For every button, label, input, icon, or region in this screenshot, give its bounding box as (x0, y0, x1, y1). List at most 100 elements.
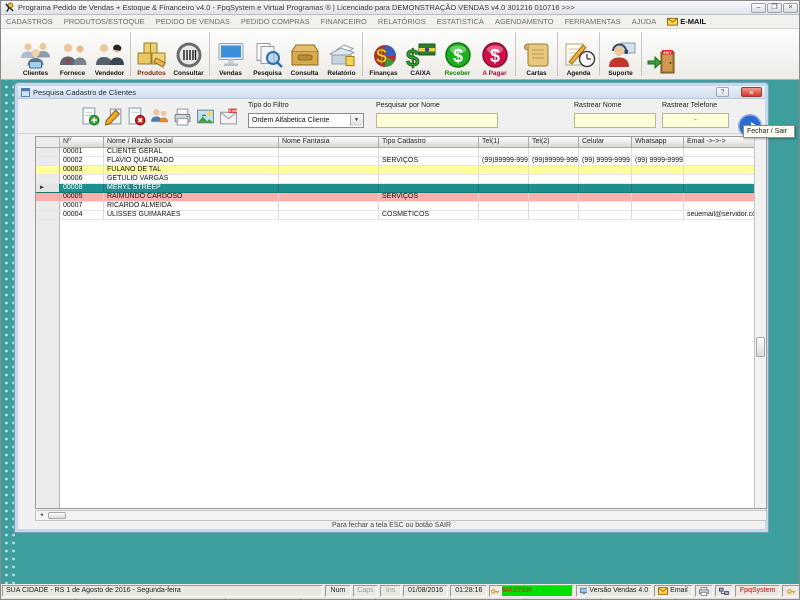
rastrear-nome-label: Rastrear Nome (574, 102, 621, 109)
toolbar-separator (557, 32, 558, 76)
search-docs-icon (251, 41, 285, 69)
salesperson-icon (93, 41, 127, 69)
restore-button[interactable]: ❐ (767, 3, 782, 13)
client-window-close-button[interactable]: × (741, 87, 762, 97)
contacts-button[interactable] (148, 102, 171, 130)
toolbar-apagar-button[interactable]: $ A Pagar (476, 31, 513, 77)
send-email-button[interactable]: E-MAIL (217, 102, 240, 130)
tipo-filtro-select[interactable]: Ordem Alfabetica Cliente ▼ (248, 113, 364, 128)
application-window: Programa Pedido de Vendas + Estoque & Fi… (0, 0, 800, 600)
horizontal-scrollbar[interactable]: ◄ (35, 510, 767, 521)
header-selector (36, 137, 60, 148)
table-row[interactable]: 00006 GETULIO VARGAS (36, 175, 755, 184)
menu-pedido-vendas[interactable]: PEDIDO DE VENDAS (156, 17, 230, 26)
header-email[interactable]: Email ->->-> (684, 137, 755, 148)
drawer-icon (288, 41, 322, 69)
vertical-scrollbar[interactable] (754, 137, 766, 508)
header-fantasia[interactable]: Nome Fantasia (279, 137, 379, 148)
status-printer[interactable] (695, 585, 713, 597)
mail-icon (658, 587, 668, 595)
help-button[interactable]: ? (716, 87, 729, 97)
toolbar-exit-button[interactable]: EXIT (644, 31, 681, 77)
header-celular[interactable]: Celular (579, 137, 632, 148)
status-user: MASTER (489, 585, 573, 597)
pesquisar-nome-input[interactable] (376, 113, 498, 128)
mail-icon (667, 17, 678, 26)
status-network[interactable] (715, 585, 733, 597)
toolbar-agenda-button[interactable]: Agenda (560, 31, 597, 77)
header-tel1[interactable]: Tel(1) (479, 137, 529, 148)
table-row[interactable]: 00004 ULISSES GUIMARAES COSMETICOS seuem… (36, 211, 755, 220)
contacts-icon (150, 107, 169, 126)
svg-text:E-MAIL: E-MAIL (229, 109, 238, 113)
status-caps: Caps (353, 585, 379, 597)
toolbar-consultar-button[interactable]: Consultar (170, 31, 207, 77)
svg-text:EXIT: EXIT (663, 51, 672, 55)
client-window-title: Pesquisa Cadastro de Clientes (33, 88, 136, 97)
table-row[interactable]: 00002 FLAVIO QUADRADO SERVIÇOS (99)99999… (36, 157, 755, 166)
toolbar-vendas-button[interactable]: Vendas (212, 31, 249, 77)
header-tipo[interactable]: Tipo Cadastro (379, 137, 479, 148)
status-email[interactable]: Email (654, 585, 693, 597)
menu-cadastros[interactable]: CADASTROS (6, 17, 53, 26)
table-row[interactable]: 00001 CLIENTE GERAL (36, 148, 755, 157)
table-row-selected[interactable]: ► 00008 MERYL STREEP (36, 184, 755, 193)
photo-button[interactable] (194, 102, 217, 130)
clients-icon (19, 41, 53, 69)
client-window-titlebar[interactable]: Pesquisa Cadastro de Clientes ? × (18, 86, 765, 99)
header-numero[interactable]: Nº (60, 137, 104, 148)
toolbar-fornecedor-button[interactable]: Fornece (54, 31, 91, 77)
printer-icon (699, 587, 709, 596)
menu-ajuda[interactable]: AJUDA (632, 17, 657, 26)
menu-relatorios[interactable]: RELATÓRIOS (378, 17, 426, 26)
add-record-button[interactable] (79, 102, 102, 130)
print-button[interactable] (171, 102, 194, 130)
close-button[interactable]: × (783, 3, 798, 13)
status-num: Num (325, 585, 351, 597)
minimize-button[interactable]: – (751, 3, 766, 13)
sales-monitor-icon (214, 41, 248, 69)
toolbar-financas-button[interactable]: $ Finanças (365, 31, 402, 77)
toolbar-vendedor-button[interactable]: Vendedor (91, 31, 128, 77)
toolbar-suporte-button[interactable]: Suporte (602, 31, 639, 77)
menu-produtos-estoque[interactable]: PRODUTOS/ESTOQUE (64, 17, 145, 26)
toolbar-separator (599, 32, 600, 76)
rastrear-telefone-input[interactable]: - (662, 113, 729, 128)
tipo-filtro-label: Tipo do Filtro (248, 102, 289, 109)
scroll-left-icon[interactable]: ◄ (37, 512, 46, 519)
rastrear-nome-input[interactable] (574, 113, 656, 128)
table-header-row: Nº Nome / Razão Social Nome Fantasia Tip… (36, 137, 755, 148)
toolbar-caixa-button[interactable]: $ CAIXA (402, 31, 439, 77)
photo-icon (196, 107, 215, 126)
header-nome[interactable]: Nome / Razão Social (104, 137, 279, 148)
exit-icon: EXIT (646, 48, 680, 76)
toolbar-relatorio-button[interactable]: Relatório (323, 31, 360, 77)
vertical-scrollbar-thumb[interactable] (756, 337, 765, 357)
toolbar-separator (130, 32, 131, 76)
horizontal-scrollbar-thumb[interactable] (48, 512, 66, 519)
table-row[interactable]: 00007 RICARDO ALMEIDA (36, 202, 755, 211)
menu-pedido-compras[interactable]: PEDIDO COMPRAS (241, 17, 310, 26)
menu-estatistica[interactable]: ESTATISTICA (437, 17, 484, 26)
table-row-highlight-yellow[interactable]: 00003 FULANO DE TAL (36, 166, 755, 175)
header-whatsapp[interactable]: Whatsapp (632, 137, 684, 148)
table-row-highlight-pink[interactable]: 00005 RAIMUNDO CARDOSO SERVIÇOS (36, 193, 755, 202)
status-ins: Ins (380, 585, 401, 597)
tooltip: Fechar / Sair (743, 125, 795, 138)
menu-financeiro[interactable]: FINANCEIRO (321, 17, 367, 26)
toolbar-cartas-button[interactable]: Cartas (518, 31, 555, 77)
menu-ferramentas[interactable]: FERRAMENTAS (565, 17, 621, 26)
toolbar-pesquisa-button[interactable]: Pesquisa (249, 31, 286, 77)
status-master-badge: MASTER (502, 586, 572, 596)
toolbar-produtos-button[interactable]: Produtos (133, 31, 170, 77)
desktop-edge-dots (1, 80, 15, 584)
edit-record-button[interactable] (102, 102, 125, 130)
menu-agendamento[interactable]: AGENDAMENTO (495, 17, 554, 26)
header-tel2[interactable]: Tel(2) (529, 137, 579, 148)
status-date: 01/08/2016 (403, 585, 448, 597)
toolbar-clientes-button[interactable]: Clientes (17, 31, 54, 77)
delete-record-button[interactable] (125, 102, 148, 130)
toolbar-consulta-button[interactable]: Consulta (286, 31, 323, 77)
toolbar-receber-button[interactable]: $ Receber (439, 31, 476, 77)
menu-email[interactable]: E-MAIL (667, 17, 706, 26)
